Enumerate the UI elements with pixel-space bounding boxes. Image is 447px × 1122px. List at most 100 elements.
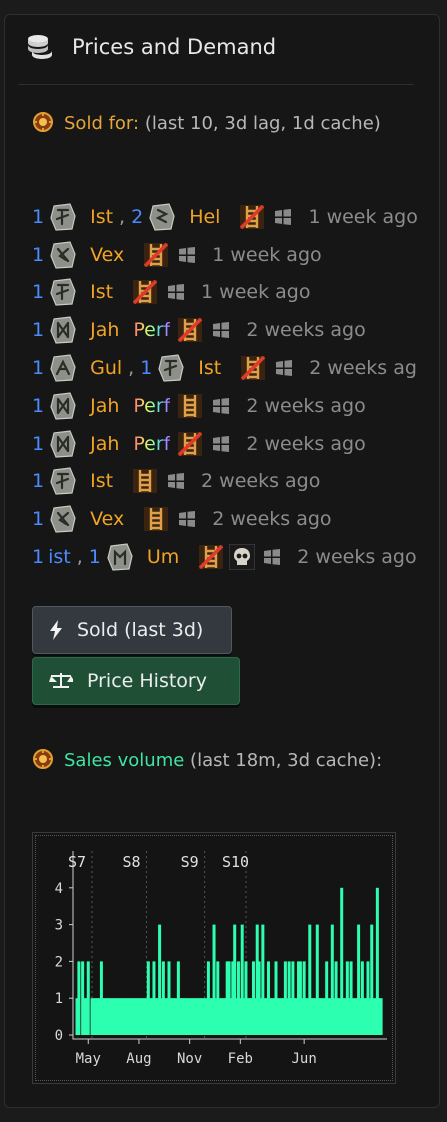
season-label: S9 xyxy=(181,853,199,871)
item-name: Ist xyxy=(90,470,114,493)
non-ladder-icon xyxy=(240,204,265,230)
sale-row[interactable]: 1 Ist, 2 Hel 1 week ago xyxy=(32,198,418,236)
item-name: Jah xyxy=(90,319,120,342)
ladder-seal-icon xyxy=(33,749,53,769)
item-quantity: 1 xyxy=(32,319,45,342)
sale-row[interactable]: 1 ist, 1 Um 2 weeks ago xyxy=(32,538,418,576)
item-quantity: 1 xyxy=(32,243,45,266)
sale-row[interactable]: 1 Jah Perf 2 weeks ago xyxy=(32,425,418,463)
item-quantity: 2 xyxy=(131,205,144,228)
item-separator: , xyxy=(76,546,83,569)
sale-row[interactable]: 1 Ist 2 weeks ago xyxy=(32,463,418,501)
sale-row[interactable]: 1 Vex 1 week ago xyxy=(32,236,418,274)
rune-ist-icon xyxy=(50,203,76,231)
non-ladder-icon xyxy=(178,318,203,343)
season-label: S10 xyxy=(222,853,249,871)
item-name: Hel xyxy=(189,205,221,228)
sale-row[interactable]: 1 Jah Perf 2 weeks ago xyxy=(32,387,418,425)
ladder-seal-icon xyxy=(33,112,53,132)
sold-for-heading: Sold for: (last 10, 3d lag, 1d cache) xyxy=(32,108,412,139)
y-tick-label: 4 xyxy=(55,881,63,897)
item-name: Ist xyxy=(90,281,114,304)
sale-time-ago: 2 weeks ago xyxy=(201,470,321,493)
sale-row[interactable]: 1 Ist 1 week ago xyxy=(32,274,418,312)
rune-vex-icon xyxy=(50,505,76,533)
ladder-icon xyxy=(133,469,158,494)
item-name: Ist xyxy=(198,357,222,380)
item-quantity: 1 xyxy=(32,432,45,455)
season-label: S7 xyxy=(68,853,86,871)
sale-time-ago: 2 weeks ago xyxy=(246,394,366,417)
sold-button-label: Sold (last 3d) xyxy=(77,619,204,641)
panel-header: Prices and Demand xyxy=(26,30,276,64)
volume-bar xyxy=(77,961,81,1035)
y-tick-label: 1 xyxy=(55,991,63,1007)
sale-row[interactable]: 1 Vex 2 weeks ago xyxy=(32,500,418,538)
sale-time-ago: 2 weeks ago xyxy=(297,546,417,569)
sales-list: 1 Ist, 2 Hel 1 week ago 1 Vex 1 week ago 1 Ist 1 w… xyxy=(32,198,418,576)
x-tick-label: Nov xyxy=(177,1051,202,1067)
item-quantity: 1 xyxy=(32,546,45,569)
ladder-icon xyxy=(178,393,203,418)
header-divider xyxy=(18,84,414,85)
windows-icon xyxy=(179,246,196,263)
item-quantity: 1 xyxy=(32,394,45,417)
item-separator: , xyxy=(119,205,126,228)
y-tick-label: 0 xyxy=(55,1028,63,1044)
non-ladder-icon xyxy=(199,544,224,570)
rune-jah-icon xyxy=(50,392,76,420)
item-name: Vex xyxy=(90,243,125,266)
sales-volume-heading: Sales volume (last 18m, 3d cache): xyxy=(32,745,412,776)
sales-volume-plot: 0 1 2 3 4 S7 S8 S9 S10 May Aug Nov Feb Jun xyxy=(55,851,387,1067)
non-ladder-icon xyxy=(178,431,203,456)
windows-icon xyxy=(179,511,196,528)
sale-time-ago: 2 weeks ago xyxy=(212,508,332,531)
sales-volume-chart: 0 1 2 3 4 S7 S8 S9 S10 May Aug Nov Feb Jun xyxy=(32,832,396,1084)
rune-um-icon xyxy=(107,543,133,571)
season-label: S8 xyxy=(122,853,140,871)
sold-last-3d-button[interactable]: Sold (last 3d) xyxy=(32,606,232,654)
windows-icon xyxy=(213,322,230,339)
non-ladder-icon xyxy=(132,280,158,305)
item-name: Gul xyxy=(90,357,123,380)
price-history-button[interactable]: Price History xyxy=(32,657,240,705)
windows-icon xyxy=(168,284,185,301)
scale-icon xyxy=(49,673,73,688)
item-quantity: 1 xyxy=(140,357,153,380)
sales-volume-label: Sales volume xyxy=(64,750,185,771)
item-quantity: 1 xyxy=(32,281,45,304)
sale-row[interactable]: 1 Gul, 1 Ist 2 weeks ago xyxy=(32,349,418,387)
item-quantity: 1 xyxy=(32,357,45,380)
rune-ist-icon xyxy=(158,354,184,382)
item-name: Um xyxy=(146,546,180,569)
item-separator: , xyxy=(128,357,135,380)
sold-for-meta: (last 10, 3d lag, 1d cache) xyxy=(139,113,381,134)
rune-ist-icon xyxy=(50,467,76,496)
y-tick-label: 2 xyxy=(55,954,63,970)
sale-time-ago: 1 week ago xyxy=(201,281,311,304)
volume-bar xyxy=(379,998,383,1035)
coins-icon xyxy=(28,35,52,59)
x-tick-label: Feb xyxy=(228,1051,253,1067)
panel-title: Prices and Demand xyxy=(72,35,277,59)
sale-time-ago: 1 week ago xyxy=(212,243,322,266)
non-ladder-icon xyxy=(240,355,266,381)
item-name: Jah xyxy=(90,394,120,417)
perfect-label: Perf xyxy=(133,394,171,417)
windows-icon xyxy=(213,435,230,452)
item-name: Jah xyxy=(90,432,120,455)
windows-icon xyxy=(213,397,230,414)
price-history-label: Price History xyxy=(87,670,207,692)
y-tick-label: 3 xyxy=(55,918,63,934)
hardcore-skull-icon xyxy=(229,544,256,571)
sales-volume-meta: (last 18m, 3d cache): xyxy=(184,750,383,771)
ladder-icon xyxy=(144,507,169,532)
sale-row[interactable]: 1 Jah Perf 2 weeks ago xyxy=(32,311,418,349)
perfect-label: Perf xyxy=(133,432,171,455)
item-quantity: 1 xyxy=(88,546,101,569)
item-name: Vex xyxy=(90,508,125,531)
sold-for-label: Sold for: xyxy=(64,113,140,134)
x-tick-label: Jun xyxy=(292,1051,317,1067)
rune-ist-icon xyxy=(50,278,76,307)
rune-hel-icon xyxy=(149,203,175,231)
